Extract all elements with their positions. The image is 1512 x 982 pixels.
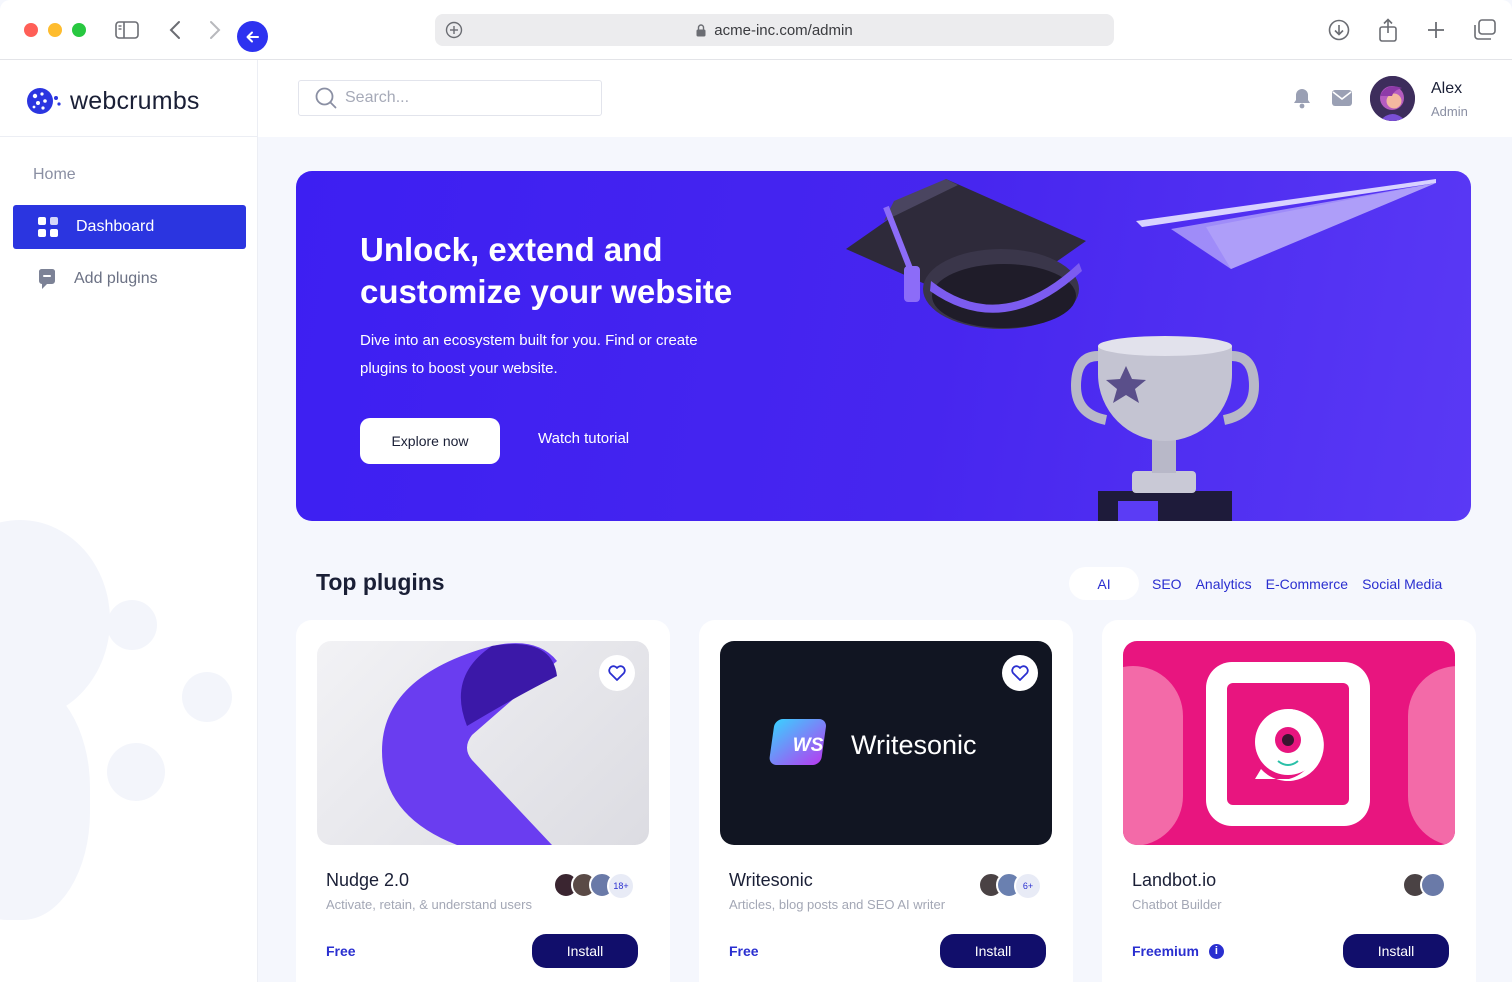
plugin-image-nudge xyxy=(317,641,649,845)
cookie-logo-icon xyxy=(27,88,61,114)
sidebar-item-label: Dashboard xyxy=(76,218,155,235)
tab-overview-icon[interactable] xyxy=(1472,17,1498,43)
sidebar-item-dashboard[interactable]: Dashboard xyxy=(13,205,246,249)
minimize-window-button[interactable] xyxy=(48,23,62,37)
writesonic-badge-text: WS xyxy=(793,735,824,756)
watch-tutorial-button[interactable]: Watch tutorial xyxy=(538,430,629,447)
price-label: Freemium xyxy=(1132,943,1199,959)
filter-tab-seo[interactable]: SEO xyxy=(1152,576,1182,592)
filter-tab-ai[interactable]: AI xyxy=(1069,567,1139,600)
info-icon[interactable]: i xyxy=(1208,943,1224,959)
share-icon[interactable] xyxy=(1375,17,1401,43)
price-label: Free xyxy=(326,943,356,959)
plugin-name: Landbot.io xyxy=(1132,870,1217,890)
plugin-image-writesonic: WS Writesonic xyxy=(720,641,1052,845)
filter-tab-social-media[interactable]: Social Media xyxy=(1362,576,1442,592)
messages-mail-icon[interactable] xyxy=(1330,86,1354,110)
plugin-description: Activate, retain, & understand users xyxy=(326,897,532,912)
users-count-badge: 6+ xyxy=(1014,872,1042,900)
favorite-button[interactable] xyxy=(599,655,635,691)
paper-plane-icon xyxy=(1136,179,1436,269)
plugin-price: Free xyxy=(326,943,356,959)
plugin-image-landbot xyxy=(1123,641,1455,845)
install-button[interactable]: Install xyxy=(1343,934,1449,968)
landbot-logo-icon xyxy=(1123,662,1455,845)
plugin-description: Chatbot Builder xyxy=(1132,897,1222,912)
forward-icon[interactable] xyxy=(202,17,228,43)
zoom-window-button[interactable] xyxy=(72,23,86,37)
plugin-card-writesonic[interactable]: WS Writesonic Writesonic Articles, blog … xyxy=(699,620,1073,982)
user-avatar[interactable] xyxy=(1370,76,1415,121)
plugin-users-avatars: 18+ xyxy=(553,872,635,900)
browser-toolbar: acme-inc.com/admin xyxy=(0,0,1512,60)
plugin-name: Writesonic xyxy=(729,870,813,890)
plugin-card-nudge[interactable]: Nudge 2.0 Activate, retain, & understand… xyxy=(296,620,670,982)
arrow-left-icon xyxy=(246,31,259,42)
close-window-button[interactable] xyxy=(24,23,38,37)
decorative-blob xyxy=(0,680,90,920)
decorative-circle xyxy=(182,672,232,722)
search-box[interactable] xyxy=(298,80,602,116)
trophy-icon xyxy=(1070,336,1260,521)
install-button[interactable]: Install xyxy=(532,934,638,968)
plugin-description: Articles, blog posts and SEO AI writer xyxy=(729,897,946,912)
heart-icon xyxy=(1011,665,1029,681)
sidebar-item-label: Add plugins xyxy=(74,270,158,287)
users-count-badge: 18+ xyxy=(607,872,635,900)
decorative-circle xyxy=(107,743,165,801)
heart-icon xyxy=(608,665,626,681)
hero-banner: Unlock, extend and customize your websit… xyxy=(296,171,1471,521)
plugin-price: Freemium i xyxy=(1132,943,1224,959)
brand-name: webcrumbs xyxy=(70,86,200,115)
filter-tab-analytics[interactable]: Analytics xyxy=(1196,576,1252,592)
sidebar-toggle-icon[interactable] xyxy=(114,17,140,43)
back-icon[interactable] xyxy=(162,17,188,43)
logo-row: webcrumbs xyxy=(0,60,257,137)
user-avatar-small xyxy=(1420,872,1446,898)
notifications-bell-icon[interactable] xyxy=(1290,86,1314,110)
graduation-cap-icon xyxy=(846,179,1086,329)
collapse-sidebar-button[interactable] xyxy=(237,21,268,52)
filter-tab-ecommerce[interactable]: E-Commerce xyxy=(1266,576,1348,592)
decorative-circle xyxy=(107,600,157,650)
section-title-top-plugins: Top plugins xyxy=(316,569,445,595)
hero-subtitle: Dive into an ecosystem built for you. Fi… xyxy=(360,332,698,377)
address-bar[interactable]: acme-inc.com/admin xyxy=(435,14,1114,46)
user-name[interactable]: Alex xyxy=(1431,80,1462,98)
writesonic-wordmark: Writesonic xyxy=(851,730,977,760)
plugin-card-landbot[interactable]: Landbot.io Chatbot Builder Freemium i In… xyxy=(1102,620,1476,982)
lock-icon xyxy=(696,23,706,37)
download-icon[interactable] xyxy=(1326,17,1352,43)
sidebar-item-add-plugins[interactable]: Add plugins xyxy=(13,257,246,301)
plugin-price: Free xyxy=(729,943,759,959)
hero-illustration xyxy=(846,179,1436,521)
url-text: acme-inc.com/admin xyxy=(714,21,853,39)
plugin-users-avatars xyxy=(1402,872,1446,898)
grid-icon xyxy=(38,217,58,237)
plugin-name: Nudge 2.0 xyxy=(326,870,410,890)
sidebar: webcrumbs Home Dashboard Add plugins xyxy=(0,60,258,982)
favorite-button[interactable] xyxy=(1002,655,1038,691)
new-tab-icon[interactable] xyxy=(1423,17,1449,43)
search-icon xyxy=(315,87,337,109)
explore-now-button[interactable]: Explore now xyxy=(360,418,500,464)
add-tab-circle-icon[interactable] xyxy=(445,21,463,43)
brand-logo[interactable]: webcrumbs xyxy=(26,86,200,116)
plugin-filter-tabs: AI SEO Analytics E-Commerce Social Media xyxy=(1069,567,1456,600)
hero-title: Unlock, extend and customize your websit… xyxy=(360,231,733,310)
price-label: Free xyxy=(729,943,759,959)
install-button[interactable]: Install xyxy=(940,934,1046,968)
user-role: Admin xyxy=(1431,104,1468,119)
top-bar: Alex Admin xyxy=(258,60,1512,137)
nav-heading: Home xyxy=(33,166,76,183)
search-input[interactable] xyxy=(345,89,575,107)
bookmark-icon xyxy=(39,268,55,289)
plugin-users-avatars: 6+ xyxy=(978,872,1042,900)
